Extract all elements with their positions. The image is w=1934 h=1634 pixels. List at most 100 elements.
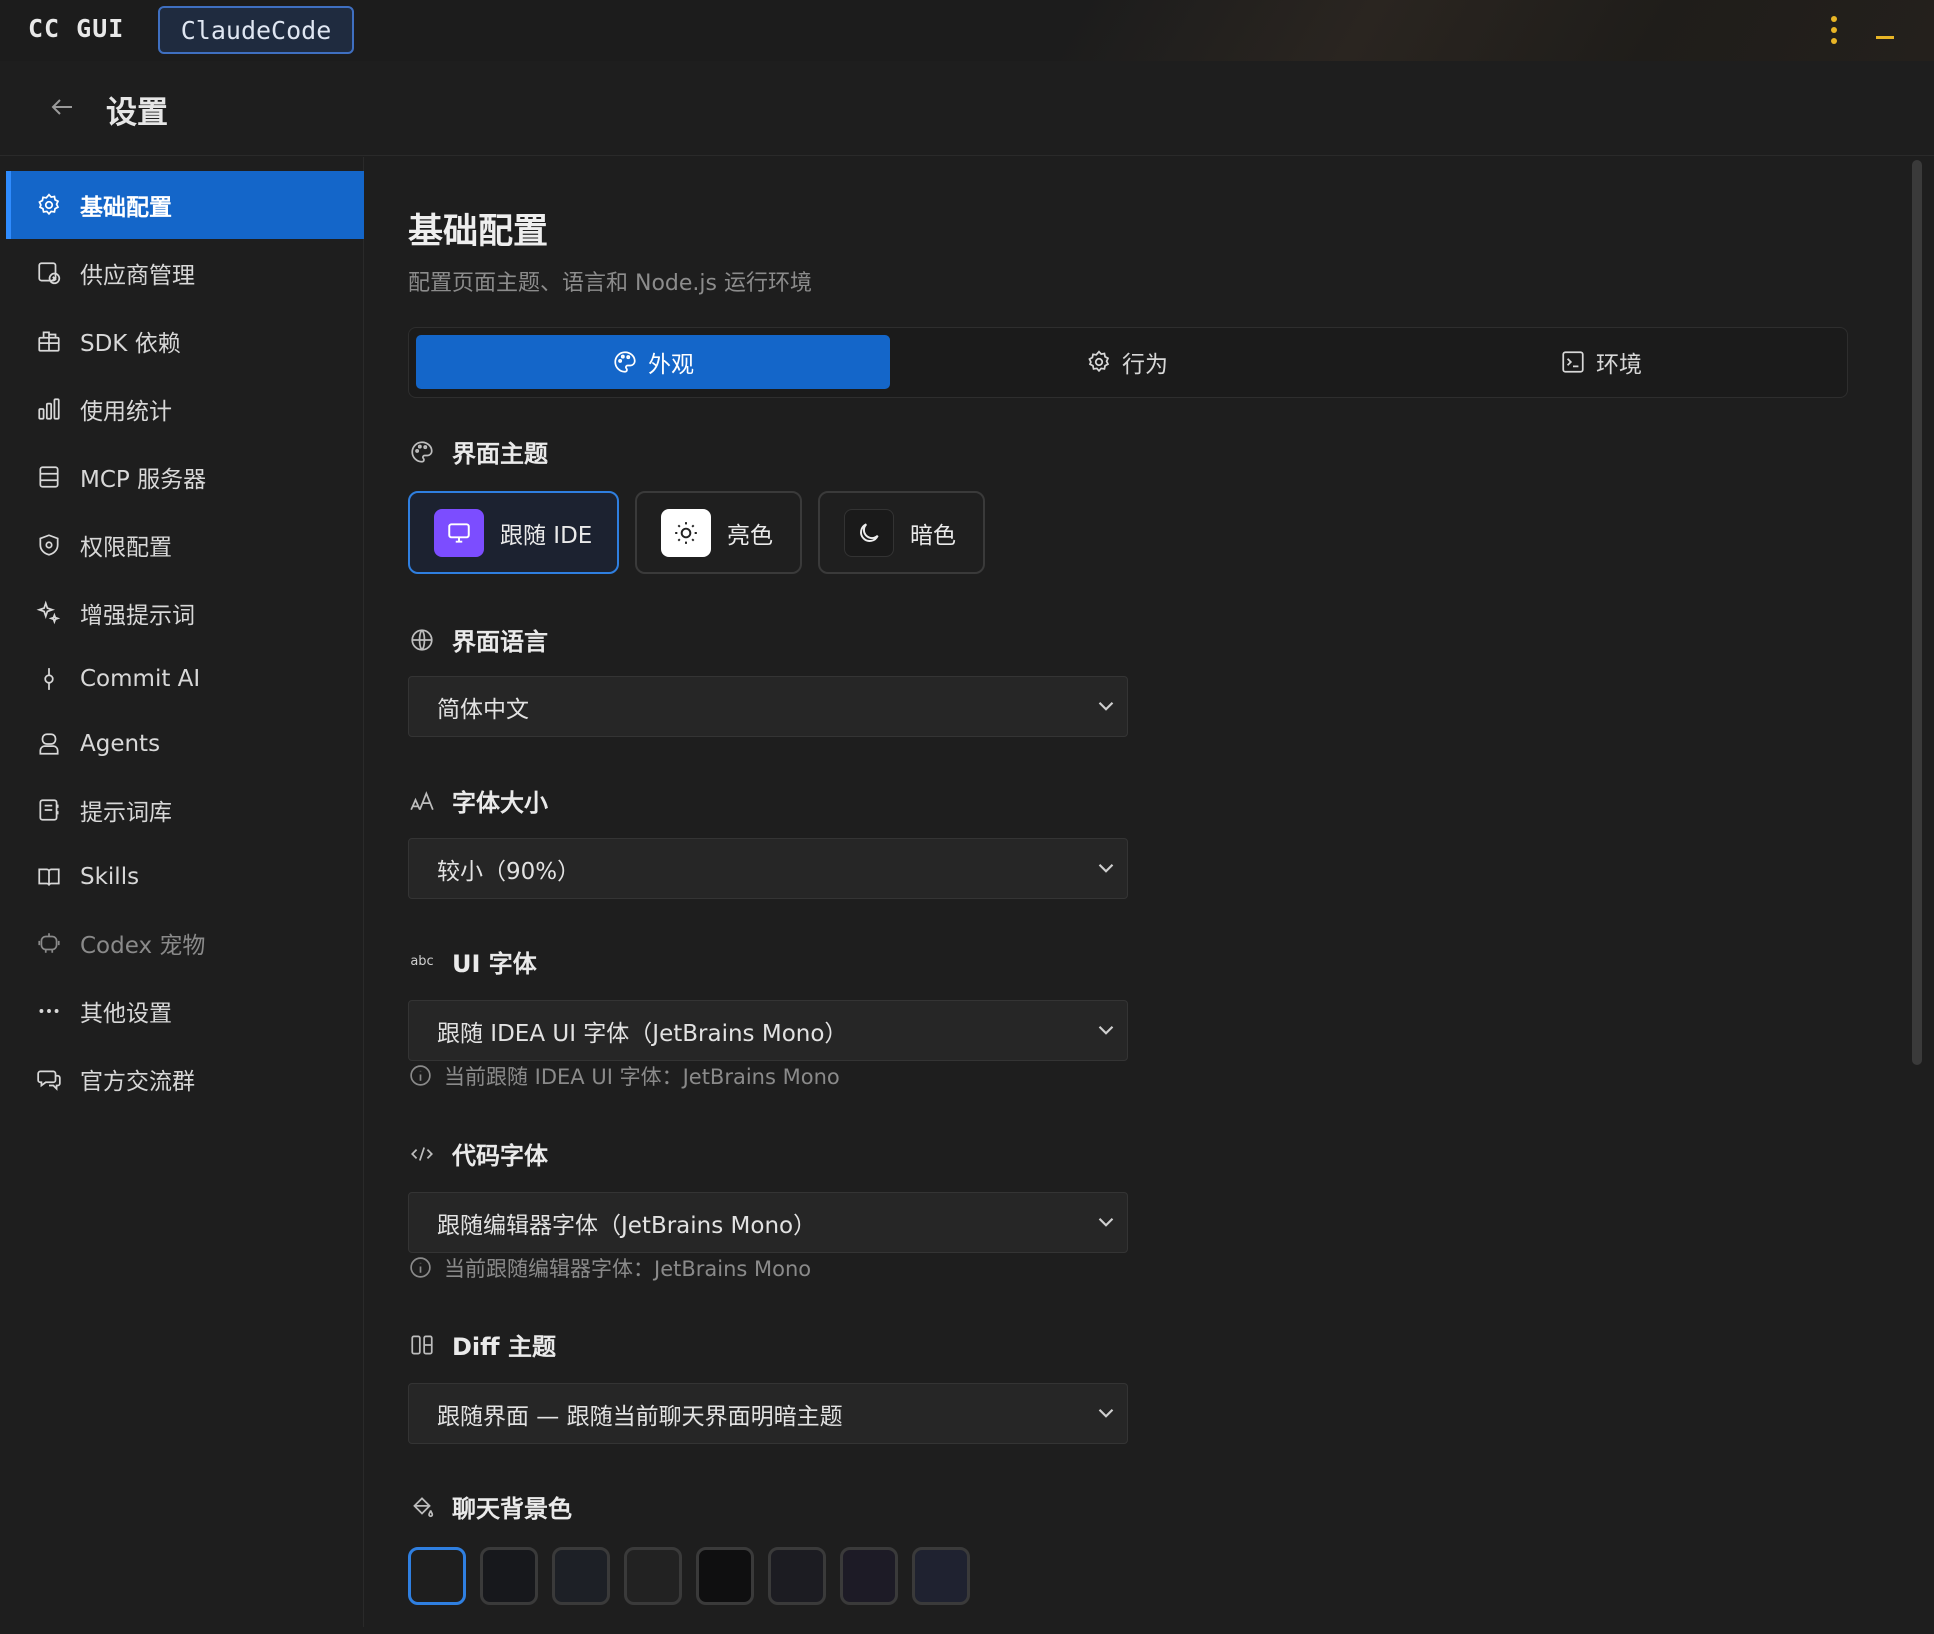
settings-main: 基础配置 配置页面主题、语言和 Node.js 运行环境 外观 行为 环境 界面… (365, 157, 1910, 1634)
code-font-select-value: 跟随编辑器字体（JetBrains Mono） (437, 1212, 817, 1239)
diff-columns-icon (408, 1331, 436, 1359)
tab-environment[interactable]: 环境 (1364, 335, 1838, 389)
settings-sidebar: 基础配置 供应商管理 SDK 依赖 使用统计 MCP 服务器 权限配置 增强提示… (6, 157, 364, 1627)
sidebar-item-label: 其他设置 (80, 1001, 172, 1027)
theme-option-label: 亮色 (727, 522, 773, 549)
theme-dark-button[interactable]: 暗色 (818, 491, 985, 574)
tab-label: 行为 (1122, 352, 1168, 378)
text-abc-icon: abc (410, 954, 434, 969)
tab-appearance[interactable]: 外观 (416, 335, 890, 389)
language-heading-label: 界面语言 (452, 628, 548, 656)
theme-heading: 界面主题 (408, 434, 548, 469)
server-icon (34, 462, 64, 492)
chat-bg-heading-label: 聊天背景色 (452, 1495, 572, 1523)
font-size-icon (408, 787, 436, 815)
chat-bg-swatch[interactable] (480, 1547, 538, 1605)
sidebar-item-sdk[interactable]: SDK 依赖 (6, 307, 364, 375)
sidebar-item-skills[interactable]: Skills (6, 843, 364, 911)
sidebar-item-label: 使用统计 (80, 399, 172, 425)
font-size-select[interactable]: 较小（90%） (408, 838, 1128, 899)
sidebar-item-label: 增强提示词 (80, 603, 195, 629)
tab-behavior[interactable]: 行为 (890, 335, 1364, 389)
sidebar-item-label: 提示词库 (80, 800, 172, 826)
code-font-hint-text: 当前跟随编辑器字体：JetBrains Mono (444, 1257, 812, 1281)
ui-font-hint: 当前跟随 IDEA UI 字体：JetBrains Mono (408, 1061, 840, 1091)
sidebar-item-label: 权限配置 (80, 535, 172, 561)
theme-option-label: 跟随 IDE (500, 522, 593, 549)
chat-bg-swatch[interactable] (912, 1547, 970, 1605)
section-subtitle: 配置页面主题、语言和 Node.js 运行环境 (408, 271, 812, 296)
shield-icon (34, 530, 64, 560)
code-font-hint: 当前跟随编辑器字体：JetBrains Mono (408, 1253, 811, 1283)
sidebar-item-enhance-prompt[interactable]: 增强提示词 (6, 579, 364, 647)
code-font-select[interactable]: 跟随编辑器字体（JetBrains Mono） (408, 1192, 1128, 1253)
chevron-down-icon (1093, 1017, 1121, 1045)
palette-icon (614, 351, 636, 373)
sidebar-item-provider[interactable]: 供应商管理 (6, 239, 364, 307)
pet-icon (34, 928, 64, 958)
page-title: 设置 (106, 95, 168, 131)
title-bar: CC GUI ClaudeCode (0, 0, 1934, 61)
sidebar-item-agents[interactable]: Agents (6, 710, 364, 778)
sidebar-item-permissions[interactable]: 权限配置 (6, 511, 364, 579)
ui-font-select[interactable]: 跟随 IDEA UI 字体（JetBrains Mono） (408, 1000, 1128, 1061)
chat-bg-swatch[interactable] (624, 1547, 682, 1605)
chevron-down-icon (1093, 1400, 1121, 1428)
code-font-heading-label: 代码字体 (452, 1142, 548, 1170)
chat-bg-swatch[interactable] (840, 1547, 898, 1605)
font-size-select-value: 较小（90%） (437, 858, 581, 885)
sidebar-item-label: Skills (80, 864, 140, 890)
sidebar-item-other[interactable]: 其他设置 (6, 977, 364, 1045)
session-tab[interactable]: ClaudeCode (158, 6, 354, 54)
language-heading: 界面语言 (408, 622, 548, 657)
diff-theme-heading-label: Diff 主题 (452, 1333, 556, 1361)
moon-icon (844, 508, 894, 557)
tab-label: 外观 (648, 352, 694, 378)
provider-icon (34, 258, 64, 288)
sidebar-item-codex-pet[interactable]: Codex 宠物 (6, 909, 364, 977)
globe-icon (408, 626, 436, 654)
sidebar-item-label: Codex 宠物 (80, 933, 206, 959)
bar-chart-icon (34, 394, 64, 424)
minimize-icon[interactable] (1876, 36, 1894, 39)
theme-heading-label: 界面主题 (452, 440, 548, 468)
settings-header: 设置 (0, 61, 1934, 156)
language-select[interactable]: 简体中文 (408, 676, 1128, 737)
gear-icon (1088, 350, 1110, 373)
section-title: 基础配置 (408, 212, 549, 252)
palette-icon (408, 438, 436, 466)
theme-follow-ide-button[interactable]: 跟随 IDE (408, 491, 619, 574)
sparkle-icon (34, 598, 64, 628)
theme-light-button[interactable]: 亮色 (635, 491, 802, 574)
chat-bg-swatch[interactable] (768, 1547, 826, 1605)
sidebar-item-basic[interactable]: 基础配置 (6, 171, 364, 239)
paint-bucket-icon (408, 1493, 436, 1521)
font-size-heading: 字体大小 (408, 783, 548, 818)
agent-icon (34, 729, 64, 759)
chat-bg-swatch[interactable] (696, 1547, 754, 1605)
sidebar-item-prompt-library[interactable]: 提示词库 (6, 776, 364, 844)
git-commit-icon (34, 664, 64, 694)
sidebar-item-commit-ai[interactable]: Commit AI (6, 645, 364, 713)
terminal-icon (1562, 351, 1584, 373)
diff-theme-select[interactable]: 跟随界面 — 跟随当前聊天界面明暗主题 (408, 1383, 1128, 1444)
sidebar-item-label: Agents (80, 731, 161, 757)
sidebar-item-label: 官方交流群 (80, 1069, 195, 1095)
chat-bg-swatch[interactable] (552, 1547, 610, 1605)
sidebar-item-community[interactable]: 官方交流群 (6, 1045, 364, 1113)
sidebar-item-label: Commit AI (80, 666, 201, 692)
more-menu-icon[interactable] (1828, 16, 1840, 44)
package-icon (34, 326, 64, 356)
sidebar-item-usage[interactable]: 使用统计 (6, 375, 364, 443)
sidebar-item-mcp[interactable]: MCP 服务器 (6, 443, 364, 511)
chevron-down-icon (1093, 693, 1121, 721)
ui-font-heading-label: UI 字体 (452, 950, 537, 978)
book-open-icon (34, 862, 64, 892)
chat-bg-swatch[interactable] (408, 1547, 466, 1605)
diff-theme-heading: Diff 主题 (408, 1327, 556, 1362)
tab-label: 环境 (1596, 352, 1642, 378)
back-arrow-icon[interactable] (46, 91, 78, 123)
sun-icon (661, 508, 711, 557)
main-scrollbar[interactable] (1912, 160, 1922, 1065)
code-font-heading: 代码字体 (408, 1136, 548, 1171)
